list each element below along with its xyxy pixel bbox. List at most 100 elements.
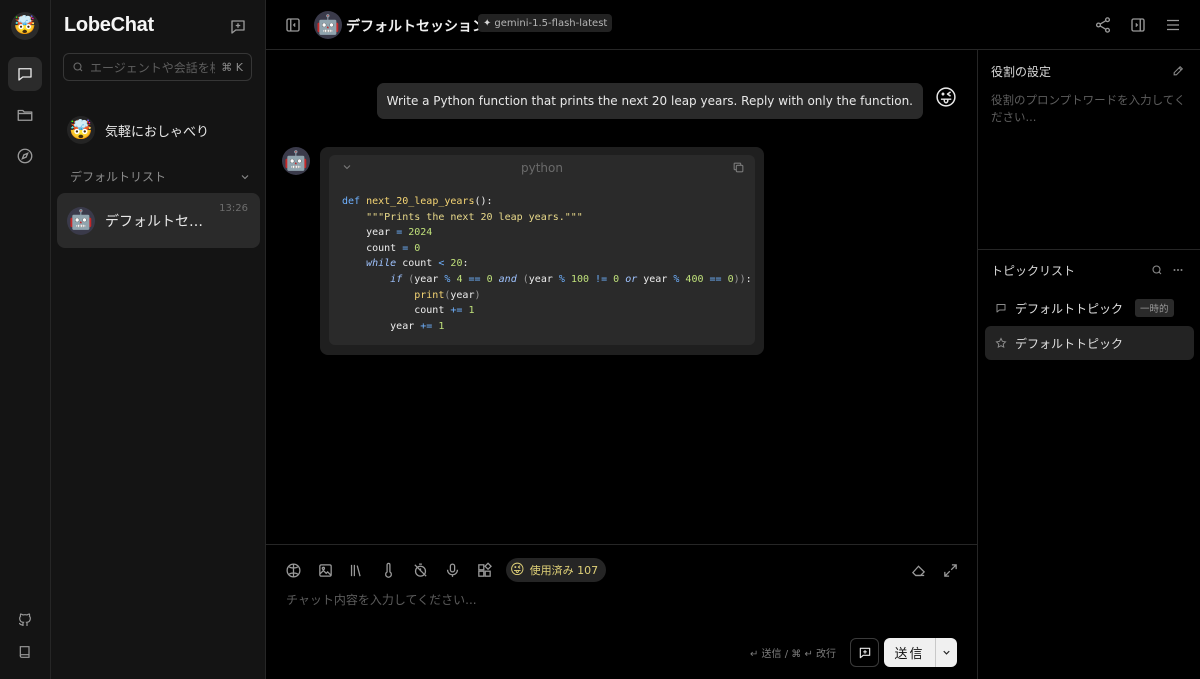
right-panel: 役割の設定 役割のプロンプトワードを入力してください... トピックリスト デフ… [977,50,1200,679]
clear-button[interactable] [908,560,928,580]
image-icon [318,563,332,577]
header-avatar: 🤖 [314,11,342,39]
book-icon [19,646,30,658]
search-shortcut: ⌘ K [221,60,243,74]
model-badge[interactable]: ✦ gemini-1.5-flash-latest [478,14,613,32]
code-block: python def next_20_leap_years(): """Prin… [329,155,755,345]
toggle-right-panel-button[interactable] [1126,13,1150,37]
token-usage-badge[interactable]: 😜 使用済み 107 [506,558,607,582]
upload-image-button[interactable] [315,560,335,580]
files-nav-button[interactable] [8,98,42,132]
model-switch-button[interactable] [283,560,303,580]
code-header: python [329,155,755,181]
session-item[interactable]: 🤖 デフォルトセッション 13:26 [57,193,260,248]
plugins-button[interactable] [474,560,494,580]
topic-label: デフォルトトピック [1015,301,1124,316]
topic-more-button[interactable] [1172,264,1184,276]
model-name: gemini-1.5-flash-latest [494,17,608,29]
new-chat-icon [231,20,245,34]
session-search-input[interactable]: エージェントや会話を検索 ⌘ K [63,53,252,81]
toggle-sidebar-button[interactable] [281,13,305,37]
new-chat-button[interactable] [226,15,250,39]
github-button[interactable] [15,610,35,630]
more-icon [1173,269,1183,271]
session-time: 13:26 [219,203,248,214]
user-message-avatar: 😜 [934,86,958,111]
add-context-button[interactable] [850,638,879,667]
docs-button[interactable] [15,642,35,662]
inbox-label: 気軽におしゃべり [105,124,210,140]
topic-label: デフォルトトピック [1015,336,1124,351]
chevron-down-icon [241,174,249,179]
folder-icon [17,109,33,121]
panel-right-icon [1131,18,1145,32]
library-icon [350,564,361,576]
maximize-icon [943,563,957,577]
expand-button[interactable] [940,560,960,580]
compass-icon [17,148,33,164]
knowledge-button[interactable] [346,560,366,580]
chat-nav-button[interactable] [8,57,42,91]
token-emoji-icon: 😜 [510,562,525,578]
chat-input[interactable]: チャット内容を入力してください... [286,591,477,608]
topic-list-title: トピックリスト [991,264,1076,278]
assistant-message: python def next_20_leap_years(): """Prin… [320,147,764,355]
topic-item[interactable]: デフォルトトピック 一時的 [985,291,1194,325]
blocks-icon [477,561,492,577]
edit-icon [1173,65,1184,76]
panel-divider [978,249,1200,250]
search-icon [1152,265,1162,275]
send-button[interactable]: 送信 [884,638,957,667]
message-plus-icon [859,647,870,658]
assistant-avatar: 🤖 [282,147,310,175]
code-content: def next_20_leap_years(): """Prints the … [342,196,752,332]
chat-icon [18,68,32,81]
discover-nav-button[interactable] [8,139,42,173]
eraser-icon [911,564,925,576]
voice-input-button[interactable] [442,560,462,580]
token-usage-label: 使用済み 107 [529,564,599,577]
copy-icon [733,162,744,173]
session-group-header[interactable]: デフォルトリスト [70,168,251,185]
topic-item[interactable]: デフォルトトピック [985,326,1194,360]
copy-code-button[interactable] [732,161,745,174]
temporary-badge: 一時的 [1135,299,1174,317]
nav-rail: 🤯 [0,0,51,679]
chevron-down-icon [343,165,351,170]
search-placeholder: エージェントや会話を検索 [90,60,215,75]
inbox-avatar: 🤯 [67,116,95,144]
chat-header: 🤖 デフォルトセッション ✦ gemini-1.5-flash-latest [266,0,1200,50]
chat-area: Write a Python function that prints the … [266,50,977,544]
timer-off-icon [413,562,427,577]
session-avatar: 🤖 [67,206,95,235]
composer: 😜 使用済み 107 チャット内容を入力してください... ↵ 送信 / ⌘ ↵… [266,544,977,679]
history-limit-button[interactable] [410,560,430,580]
session-group-label: デフォルトリスト [70,170,167,184]
user-avatar[interactable]: 🤯 [11,12,39,40]
share-button[interactable] [1091,13,1115,37]
menu-icon [1167,19,1179,31]
brain-icon [285,562,301,578]
send-options-button[interactable] [935,638,957,667]
share-icon [1095,17,1111,33]
session-title: デフォルトセッション [105,213,215,230]
inbox-session[interactable]: 🤯 気軽におしゃべり [57,110,260,150]
chevron-down-icon [943,650,950,655]
topic-search-button[interactable] [1151,264,1163,276]
microphone-icon [446,562,458,577]
role-settings-title: 役割の設定 [991,65,1052,79]
sparkle-icon: ✦ [483,17,492,29]
github-icon [18,613,31,626]
session-panel: LobeChat エージェントや会話を検索 ⌘ K 🤯 気軽におしゃべり デフォ… [51,0,266,679]
page-title: デフォルトセッション [346,19,486,35]
star-icon [995,337,1007,349]
role-prompt-placeholder[interactable]: 役割のプロンプトワードを入力してください... [991,92,1187,126]
message-icon [996,304,1006,313]
temperature-button[interactable] [378,560,398,580]
panel-left-icon [286,18,300,32]
user-message: Write a Python function that prints the … [376,83,923,119]
edit-role-button[interactable] [1172,64,1185,77]
search-icon [73,62,83,72]
menu-button[interactable] [1161,13,1185,37]
collapse-code-button[interactable] [341,161,353,173]
